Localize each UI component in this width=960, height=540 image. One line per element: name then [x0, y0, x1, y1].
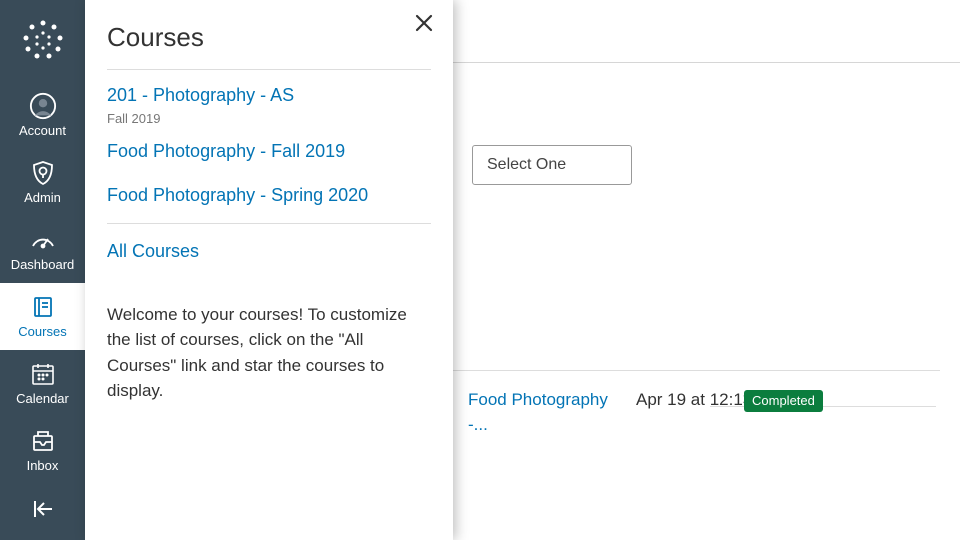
shield-icon: [29, 159, 57, 187]
nav-label: Admin: [24, 191, 61, 204]
course-term: Fall 2019: [107, 111, 431, 126]
course-link[interactable]: 201 - Photography - AS: [107, 84, 431, 107]
nav-courses[interactable]: Courses: [0, 283, 85, 350]
user-circle-icon: [29, 92, 57, 120]
term-select-row: Select One: [472, 145, 632, 185]
brand-logo: [0, 18, 85, 62]
term-select[interactable]: Select One: [472, 145, 632, 185]
gauge-icon: [29, 226, 57, 254]
flyout-divider: [107, 69, 431, 70]
calendar-icon: [29, 360, 57, 388]
nav-inbox[interactable]: Inbox: [0, 417, 85, 484]
all-courses-link[interactable]: All Courses: [107, 240, 431, 263]
course-link[interactable]: Food Photography - Spring 2020: [107, 184, 431, 207]
nav-admin[interactable]: Admin: [0, 149, 85, 216]
flyout-welcome-text: Welcome to your courses! To customize th…: [107, 302, 431, 404]
flyout-title: Courses: [107, 22, 204, 53]
export-row-course-link[interactable]: Food Photography -...: [468, 388, 618, 437]
nav-account[interactable]: Account: [0, 82, 85, 149]
inbox-icon: [29, 427, 57, 455]
term-select-value: Select One: [487, 156, 566, 173]
nav-label: Courses: [18, 325, 66, 338]
global-nav: Account Admin Dashboard: [0, 0, 85, 540]
close-button[interactable]: [413, 12, 435, 39]
nav-label: Inbox: [27, 459, 59, 472]
courses-flyout: Courses 201 - Photography - AS Fall 2019…: [85, 0, 453, 540]
nav-calendar[interactable]: Calendar: [0, 350, 85, 417]
collapse-arrow-icon: [30, 496, 56, 527]
nav-collapse[interactable]: [0, 484, 85, 527]
flyout-section-divider: [107, 223, 431, 224]
nav-label: Dashboard: [11, 258, 75, 271]
close-icon: [413, 21, 435, 38]
status-badge: Completed: [744, 390, 823, 412]
book-icon: [29, 293, 57, 321]
nav-label: Account: [19, 124, 66, 137]
nav-label: Calendar: [16, 392, 69, 405]
nav-dashboard[interactable]: Dashboard: [0, 216, 85, 283]
course-link[interactable]: Food Photography - Fall 2019: [107, 140, 431, 163]
